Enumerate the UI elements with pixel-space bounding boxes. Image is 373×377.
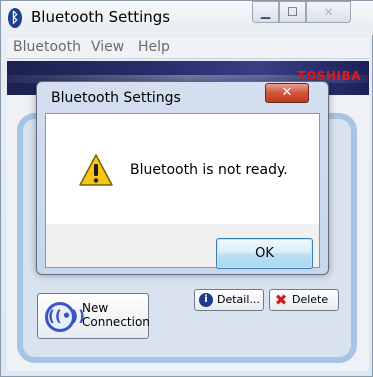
delete-button[interactable]: ✖ Delete	[269, 289, 339, 311]
main-close-button[interactable]: ✕	[306, 1, 351, 23]
dialog-content: Bluetooth is not ready. OK	[45, 113, 320, 269]
dialog-title: Bluetooth Settings	[51, 90, 181, 106]
dialog-close-button[interactable]: ✕	[265, 83, 309, 103]
ok-button[interactable]: OK	[216, 238, 313, 269]
minimize-button[interactable]: ▁	[252, 1, 279, 23]
bluetooth-not-ready-dialog: Bluetooth Settings ✕ Bluetooth is not re…	[36, 81, 329, 275]
delete-icon: ✖	[274, 291, 288, 309]
dialog-message-area: Bluetooth is not ready.	[46, 114, 319, 224]
maximize-button[interactable]: ☐	[279, 1, 306, 23]
main-window-title: Bluetooth Settings	[31, 8, 171, 26]
detail-label: Detail...	[217, 293, 260, 306]
new-connection-label: New Connection	[82, 301, 150, 329]
menu-view[interactable]: View	[91, 39, 124, 55]
new-connection-button[interactable]: ((•)) New Connection	[37, 293, 150, 339]
close-icon: ✕	[281, 85, 293, 100]
delete-label: Delete	[292, 293, 329, 306]
warning-icon	[79, 154, 113, 186]
main-titlebar[interactable]: ᛒ Bluetooth Settings ▁ ☐ ✕	[1, 1, 373, 35]
wireless-icon: ((•))	[45, 302, 85, 332]
detail-button[interactable]: i Detail...	[194, 289, 264, 311]
menu-bluetooth[interactable]: Bluetooth	[13, 39, 81, 55]
menubar: Bluetooth View Help	[7, 37, 369, 59]
info-icon: i	[199, 293, 213, 307]
bluetooth-icon: ᛒ	[8, 8, 22, 28]
dialog-message: Bluetooth is not ready.	[130, 162, 288, 178]
menu-help[interactable]: Help	[138, 39, 170, 55]
